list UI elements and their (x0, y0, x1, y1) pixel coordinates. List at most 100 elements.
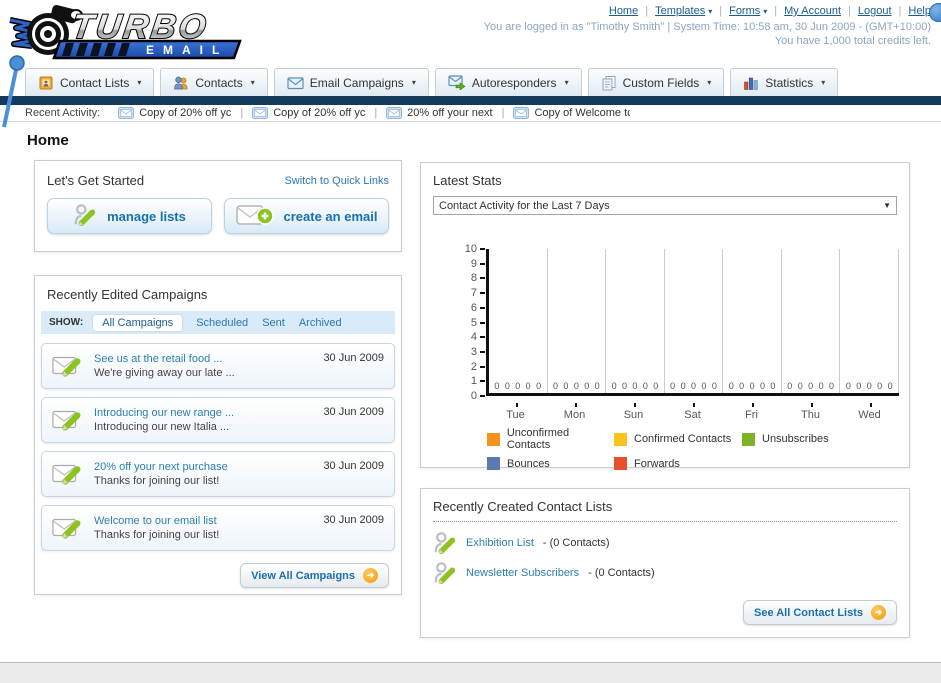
arrow-right-icon: ➜ (871, 605, 886, 620)
tab-label: Contacts (195, 75, 243, 90)
tab-contact-lists[interactable]: Contact Lists ▾ (25, 68, 155, 96)
chart-day-group: 00000 (606, 249, 665, 393)
campaign-text: Introducing our new range ... Introducing… (94, 406, 313, 434)
chart-x-axis: Tue Mon Sun Sat Fri Thu Wed (486, 403, 899, 421)
y-tick-label: 8 (470, 272, 486, 285)
legend-label: Confirmed Contacts (634, 433, 732, 445)
campaign-card[interactable]: Introducing our new range ... Introducing… (41, 397, 395, 443)
stats-period-value: Contact Activity for the Last 7 Days (439, 199, 610, 212)
see-all-contact-lists-button[interactable]: See All Contact Lists ➜ (742, 600, 897, 625)
recent-activity-item[interactable]: Copy of Welcome tc (513, 107, 630, 119)
manage-lists-button[interactable]: manage lists (47, 198, 212, 234)
campaign-subtitle: We're giving away our late ... (94, 367, 235, 379)
autoresponders-icon (448, 75, 466, 90)
activity-separator: | (240, 107, 244, 119)
tab-custom-fields[interactable]: Custom Fields ▾ (587, 68, 725, 96)
bar-value-label: 0 (563, 381, 569, 391)
get-started-title: Let's Get Started (47, 173, 145, 188)
campaign-card[interactable]: 20% off your next purchase Thanks for joi… (41, 451, 395, 497)
bar-value-label: 0 (494, 381, 500, 391)
filter-all-campaigns[interactable]: All Campaigns (93, 314, 183, 331)
contact-list-name-link[interactable]: Newsletter Subscribers (466, 567, 579, 579)
bar-value-label: 0 (670, 381, 676, 391)
bar-value-label: 0 (787, 381, 793, 391)
bar-value-label: 0 (856, 381, 862, 391)
chart-day-group: 00000 (665, 249, 724, 393)
link-separator: | (898, 5, 902, 17)
tab-label: Autoresponders (471, 75, 557, 90)
bar-value-labels: 00000 (782, 381, 840, 391)
campaign-title-link[interactable]: See us at the retail food ... (94, 352, 313, 366)
bar-value-label: 0 (536, 381, 542, 391)
chevron-down-icon: ▾ (137, 78, 142, 87)
latest-stats-panel: Latest Stats Contact Activity for the La… (420, 162, 910, 470)
bar-value-label: 0 (808, 381, 814, 391)
filter-archived[interactable]: Archived (299, 317, 342, 329)
campaign-title-link[interactable]: Introducing our new range ... (94, 406, 313, 420)
bar-value-label: 0 (749, 381, 755, 391)
bar-value-label: 0 (680, 381, 686, 391)
tab-label: Contact Lists (60, 75, 130, 90)
login-status-line1: You are logged in as "Timothy Smith" | S… (483, 21, 931, 33)
activity-item-label: Copy of 20% off yc (139, 107, 232, 119)
link-separator: | (645, 5, 649, 17)
recent-activity-item[interactable]: Copy of 20% off yc (252, 107, 365, 119)
bar-value-label: 0 (594, 381, 600, 391)
tab-email-campaigns[interactable]: Email Campaigns ▾ (273, 68, 429, 96)
tab-label: Custom Fields (622, 75, 700, 90)
bar-value-label: 0 (739, 381, 745, 391)
activity-item-label: 20% off your next (407, 107, 493, 119)
x-tick-label: Mon (545, 403, 604, 421)
top-link-home[interactable]: Home (609, 5, 638, 17)
create-email-button[interactable]: create an email (224, 198, 389, 234)
contact-list-item[interactable]: Newsletter Subscribers - (0 Contacts) (433, 558, 897, 588)
filter-sent[interactable]: Sent (262, 317, 285, 329)
contact-list-name-link[interactable]: Exhibition List (466, 537, 534, 549)
top-link-my-account[interactable]: My Account (784, 5, 841, 17)
chevron-down-icon: ▾ (763, 7, 768, 16)
contact-list-item[interactable]: Exhibition List - (0 Contacts) (433, 528, 897, 558)
campaign-card[interactable]: Welcome to our email list Thanks for join… (41, 505, 395, 551)
top-link-templates[interactable]: Templates (655, 5, 705, 17)
page-bottom-strip (0, 662, 941, 683)
chart-day-group: 00000 (723, 249, 782, 393)
tab-contacts[interactable]: Contacts ▾ (160, 68, 268, 96)
top-link-help[interactable]: Help (908, 5, 931, 17)
top-link-forms[interactable]: Forms (729, 5, 760, 17)
chevron-down-icon: ▾ (411, 78, 416, 87)
legend-item: Confirmed Contacts (614, 427, 742, 451)
filter-scheduled[interactable]: Scheduled (196, 317, 248, 329)
campaign-card[interactable]: See us at the retail food ... We're givin… (41, 343, 395, 389)
top-link-logout[interactable]: Logout (858, 5, 892, 17)
select-arrow-icon: ▼ (883, 201, 891, 210)
create-email-label: create an email (283, 208, 378, 224)
legend-item: Bounces (487, 457, 614, 470)
x-tick-label: Thu (781, 403, 840, 421)
bar-value-label: 0 (690, 381, 696, 391)
legend-label: Forwards (634, 457, 680, 470)
recent-campaigns-panel: Recently Edited Campaigns SHOW: All Camp… (34, 275, 402, 595)
chart-day-group: 00000 (548, 249, 607, 393)
chart-legend: Unconfirmed Contacts Confirmed Contacts Un… (487, 427, 829, 470)
bar-value-labels: 00000 (723, 381, 781, 391)
legend-swatch (614, 432, 627, 446)
switch-quick-links-link[interactable]: Switch to Quick Links (284, 175, 389, 187)
recent-activity-item[interactable]: 20% off your next (386, 107, 493, 119)
campaign-title-link[interactable]: Welcome to our email list (94, 514, 313, 528)
tab-autoresponders[interactable]: Autoresponders ▾ (434, 68, 582, 96)
contact-list-count: - (0 Contacts) (542, 537, 610, 549)
tab-statistics[interactable]: Statistics ▾ (730, 68, 839, 96)
contact-list-count: - (0 Contacts) (588, 567, 655, 579)
page-title: Home (27, 132, 69, 149)
custom-fields-icon (601, 75, 617, 91)
campaign-title-link[interactable]: 20% off your next purchase (94, 460, 313, 474)
envelope-pencil-icon (52, 407, 84, 433)
see-all-contact-lists-label: See All Contact Lists (753, 606, 863, 619)
stats-period-select[interactable]: Contact Activity for the Last 7 Days ▼ (433, 196, 897, 215)
bar-value-label: 0 (845, 381, 851, 391)
y-tick-label: 2 (470, 360, 486, 373)
view-all-campaigns-button[interactable]: View All Campaigns ➜ (240, 563, 389, 588)
link-separator: | (719, 5, 723, 17)
recent-activity-item[interactable]: Copy of 20% off yc (118, 107, 231, 119)
campaign-text: See us at the retail food ... We're givin… (94, 352, 313, 380)
